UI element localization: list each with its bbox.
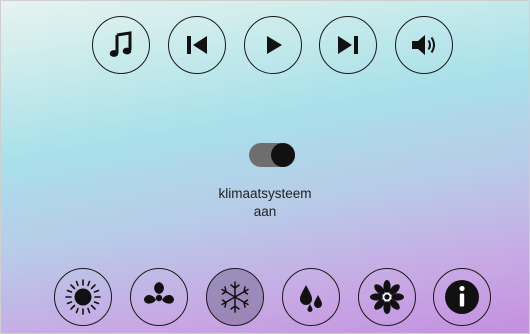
fan-icon — [144, 282, 174, 304]
climate-system-toggle[interactable] — [249, 143, 295, 167]
info-icon — [445, 280, 479, 314]
previous-track-button[interactable] — [168, 16, 226, 74]
dry-mode-button[interactable] — [282, 268, 340, 326]
volume-button[interactable] — [395, 16, 453, 74]
music-note-icon — [109, 31, 132, 57]
volume-icon — [412, 35, 435, 55]
music-button[interactable] — [92, 16, 150, 74]
toggle-knob — [271, 143, 295, 167]
next-track-button[interactable] — [319, 16, 377, 74]
skip-next-icon — [338, 36, 358, 54]
snowflake-icon — [221, 281, 249, 313]
water-drops-icon — [300, 285, 322, 312]
play-icon — [267, 36, 282, 54]
climate-status-label: klimaatsysteem — [218, 186, 312, 201]
sun-icon — [65, 279, 101, 315]
fan-mode-button[interactable] — [130, 268, 188, 326]
eco-mode-button[interactable] — [358, 268, 416, 326]
skip-previous-icon — [187, 36, 207, 54]
cool-mode-button[interactable] — [206, 268, 264, 326]
climate-status-value: aan — [253, 204, 277, 219]
info-button[interactable] — [433, 268, 491, 326]
flower-icon — [370, 280, 404, 314]
heat-mode-button[interactable] — [54, 268, 112, 326]
play-button[interactable] — [244, 16, 302, 74]
